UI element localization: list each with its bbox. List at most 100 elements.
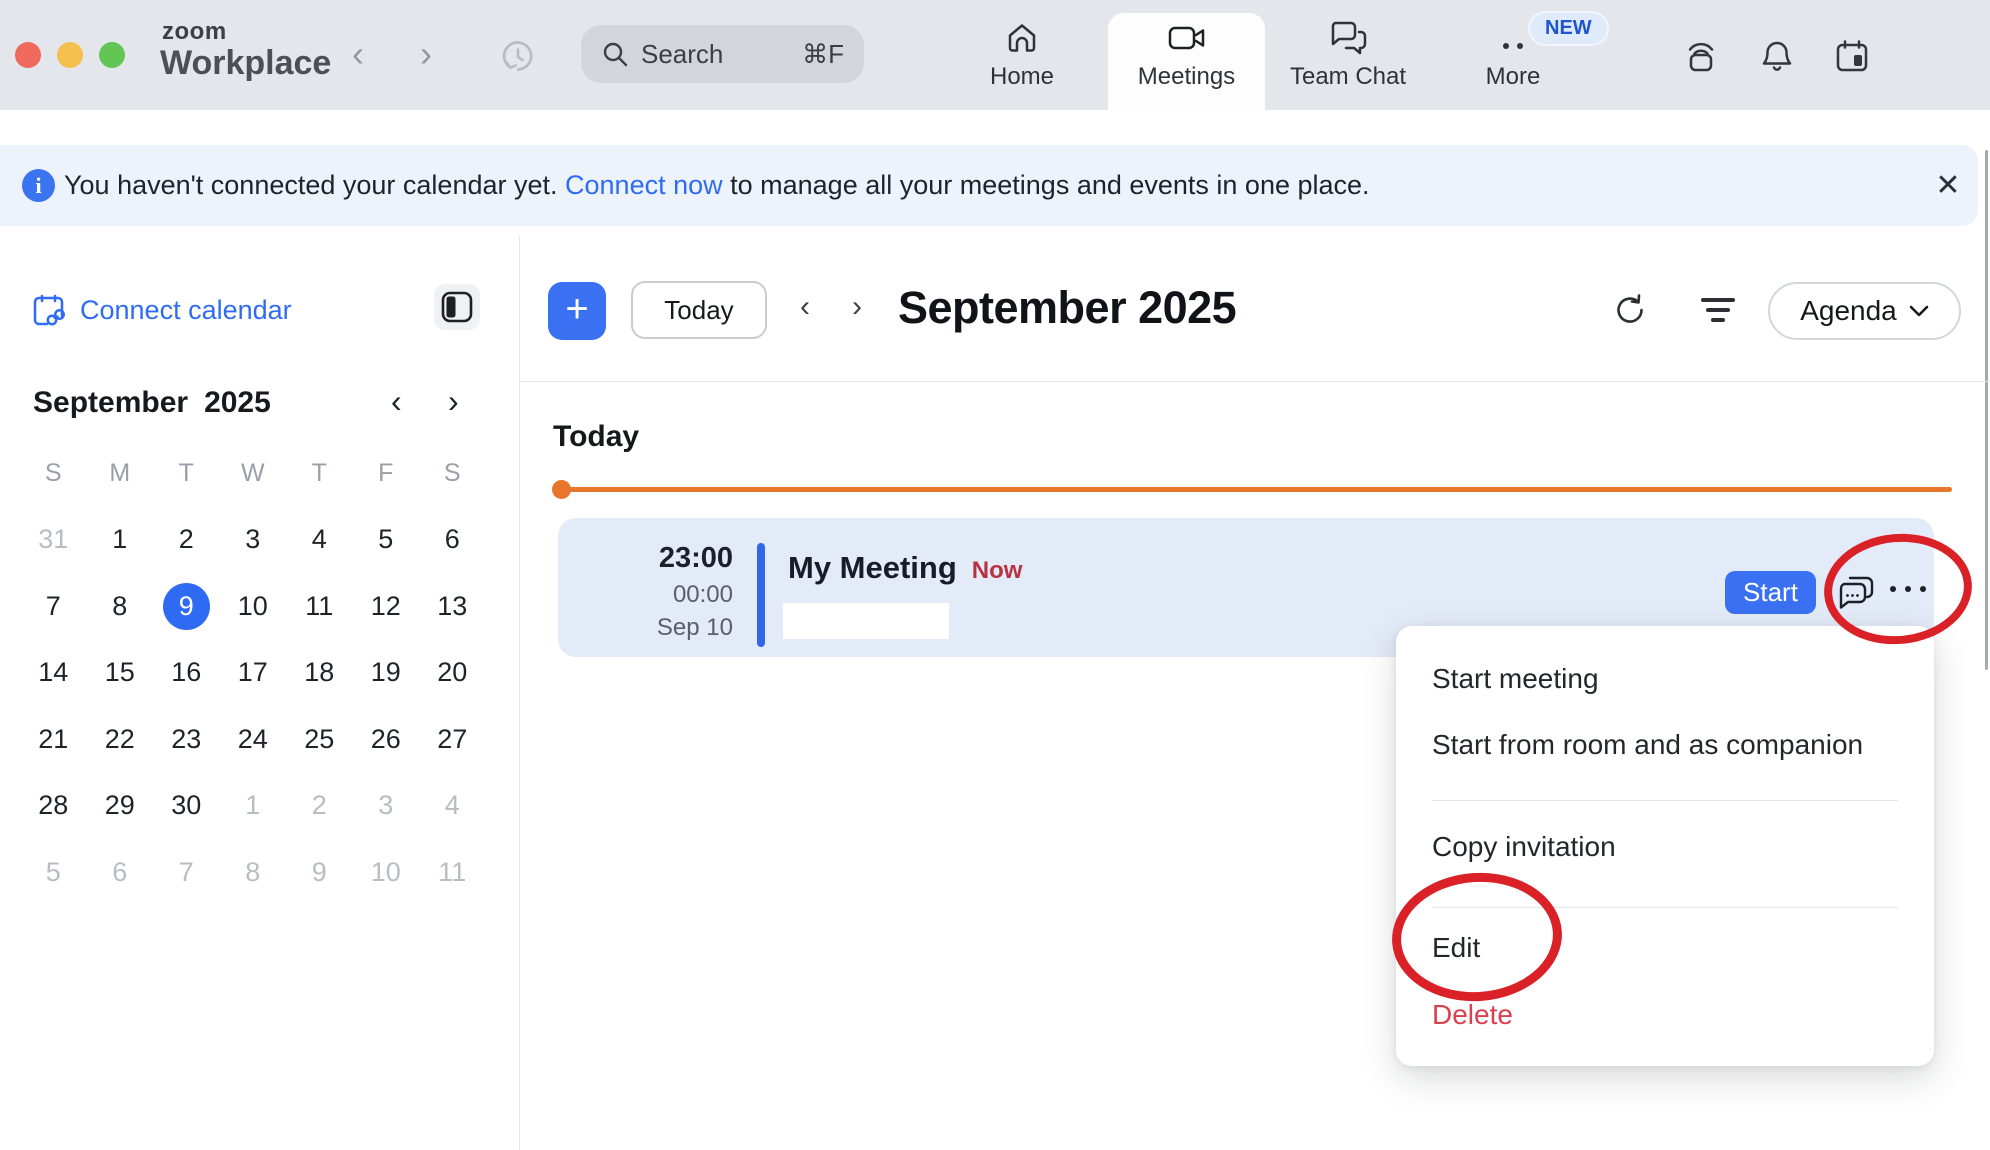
view-selector-dropdown[interactable]: Agenda [1768,282,1961,340]
meeting-context-menu: Start meeting Start from room and as com… [1396,626,1934,1066]
banner-close-icon[interactable]: ✕ [1924,145,1972,226]
calendar-day[interactable]: 9 [153,573,220,640]
menu-item-edit[interactable]: Edit [1396,915,1934,981]
calendar-day[interactable]: 23 [153,706,220,773]
mini-calendar-header: September2025 ‹ › [33,386,473,420]
tab-home[interactable]: Home [962,13,1082,110]
mini-prev-month-icon[interactable]: ‹ [391,384,402,418]
history-clock-icon[interactable] [498,36,538,76]
calendar-day[interactable]: 9 [286,839,353,906]
tab-meetings[interactable]: Meetings [1108,13,1265,110]
calendar-day[interactable]: 15 [87,640,154,707]
start-meeting-button[interactable]: Start [1725,571,1816,614]
search-input[interactable]: Search ⌘F [581,25,864,83]
meetings-video-icon [1165,13,1209,57]
window-minimize-button[interactable] [57,42,83,68]
calendar-day[interactable]: 18 [286,640,353,707]
sidebar-divider [519,236,520,1150]
calendar-day[interactable]: 21 [20,706,87,773]
day-header: F [353,440,420,507]
calendar-day[interactable]: 2 [153,507,220,574]
titlebar: zoom Workplace ‹ › Search ⌘F [0,0,1990,110]
calendar-day[interactable]: 8 [220,839,287,906]
calendar-day[interactable]: 27 [419,706,486,773]
calendar-day[interactable]: 1 [220,773,287,840]
forward-icon[interactable]: › [420,36,432,72]
panel-toggle-button[interactable] [434,284,480,330]
menu-divider [1432,907,1898,908]
today-section-label: Today [553,420,639,454]
calendar-day[interactable]: 11 [286,573,353,640]
connect-device-icon[interactable] [1681,36,1721,76]
calendar-day[interactable]: 6 [419,507,486,574]
meeting-chat-icon[interactable] [1836,574,1878,612]
calendar-day[interactable]: 20 [419,640,486,707]
calendar-day[interactable]: 11 [419,839,486,906]
meeting-end-date: Sep 10 [558,614,733,642]
calendar-day[interactable]: 19 [353,640,420,707]
calendar-day[interactable]: 25 [286,706,353,773]
menu-item-copy-invitation[interactable]: Copy invitation [1396,814,1934,880]
calendar-day[interactable]: 5 [20,839,87,906]
tab-more-label: More [1486,63,1541,91]
menu-item-delete[interactable]: Delete [1396,982,1934,1048]
calendar-day[interactable]: 7 [20,573,87,640]
back-icon[interactable]: ‹ [352,36,364,72]
calendar-day[interactable]: 17 [220,640,287,707]
filter-icon[interactable] [1700,298,1736,326]
notifications-bell-icon[interactable] [1757,36,1797,76]
calendar-day[interactable]: 29 [87,773,154,840]
calendar-day[interactable]: 14 [20,640,87,707]
day-header: M [87,440,154,507]
calendar-connect-banner: You haven't connected your calendar yet.… [0,145,1978,226]
calendar-day[interactable]: 7 [153,839,220,906]
meeting-end-time: 00:00 [558,581,733,609]
window-close-button[interactable] [15,42,41,68]
search-placeholder: Search [641,39,802,70]
calendar-day[interactable]: 6 [87,839,154,906]
calendar-day[interactable]: 5 [353,507,420,574]
calendar-day[interactable]: 3 [353,773,420,840]
banner-message: You haven't connected your calendar yet.… [64,145,1370,226]
page-title: September 2025 [898,282,1236,334]
calendar-day[interactable]: 10 [353,839,420,906]
banner-text-after: to manage all your meetings and events i… [723,170,1370,201]
mini-calendar-grid: SMTWTFS311234567891011121314151617181920… [20,440,486,906]
meeting-more-options-icon[interactable] [1890,586,1926,592]
now-badge: Now [972,557,1023,585]
calendar-icon[interactable] [1832,36,1872,76]
new-meeting-button[interactable]: + [548,282,606,340]
calendar-day[interactable]: 28 [20,773,87,840]
next-period-icon[interactable]: › [852,290,862,324]
calendar-day[interactable]: 22 [87,706,154,773]
menu-item-start-meeting[interactable]: Start meeting [1396,646,1934,712]
home-icon [1003,13,1041,57]
mini-next-month-icon[interactable]: › [448,384,459,418]
team-chat-icon [1327,13,1369,57]
calendar-day[interactable]: 10 [220,573,287,640]
calendar-day[interactable]: 4 [286,507,353,574]
calendar-day[interactable]: 26 [353,706,420,773]
connect-now-link[interactable]: Connect now [565,170,723,201]
calendar-day[interactable]: 8 [87,573,154,640]
calendar-day[interactable]: 16 [153,640,220,707]
today-button[interactable]: Today [631,281,767,339]
calendar-day[interactable]: 31 [20,507,87,574]
tab-team-chat[interactable]: Team Chat [1278,13,1418,110]
window-zoom-button[interactable] [99,42,125,68]
calendar-day[interactable]: 12 [353,573,420,640]
calendar-link-icon [30,292,67,329]
calendar-day[interactable]: 13 [419,573,486,640]
calendar-day[interactable]: 1 [87,507,154,574]
calendar-day[interactable]: 24 [220,706,287,773]
refresh-icon[interactable] [1612,292,1648,328]
scrollbar[interactable] [1985,150,1988,670]
calendar-day[interactable]: 30 [153,773,220,840]
prev-period-icon[interactable]: ‹ [800,290,810,324]
connect-calendar-link[interactable]: Connect calendar [30,292,292,329]
view-selector-value: Agenda [1800,295,1897,327]
calendar-day[interactable]: 2 [286,773,353,840]
calendar-day[interactable]: 4 [419,773,486,840]
menu-item-start-from-room[interactable]: Start from room and as companion [1396,712,1934,778]
calendar-day[interactable]: 3 [220,507,287,574]
